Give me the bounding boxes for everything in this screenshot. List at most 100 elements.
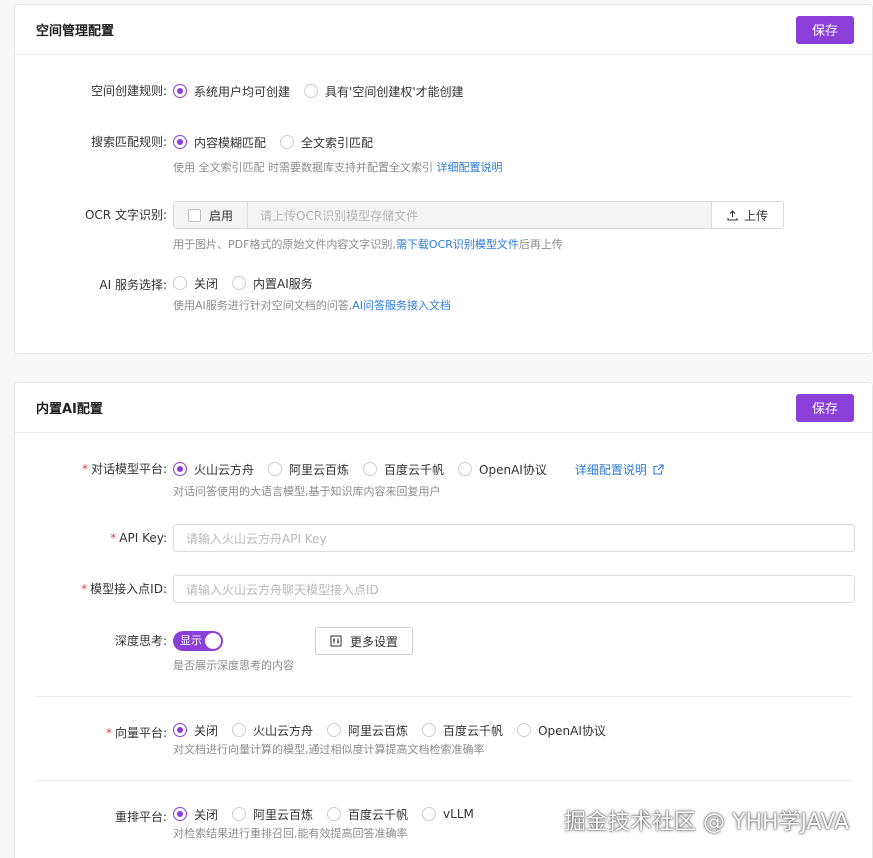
search-rule-radio-group: 内容模糊匹配 全文索引匹配 [173,133,387,151]
more-settings-button[interactable]: 更多设置 [315,627,413,655]
api-key-label-text: API Key: [119,531,167,545]
search-rule-option-label: 内容模糊匹配 [194,135,267,150]
api-key-label: * API Key: [15,529,167,547]
endpoint-label-text: 模型接入点ID: [90,582,167,596]
settings-icon [330,635,342,647]
ai-config-header: 内置AI配置 保存 [15,383,872,433]
required-mark: * [81,582,88,596]
radio-dot [422,723,437,737]
chat-platform-radio-aliyun[interactable]: 阿里云百炼 [268,461,349,478]
ai-service-radio-builtin[interactable]: 内置AI服务 [232,275,313,292]
rerank-platform-hint: 对检索结果进行重排召回,能有效提高回答准确率 [173,827,408,840]
deep-think-toggle-wrap: 显示 [173,631,223,651]
radio-dot [280,135,295,149]
vector-platform-radio-openai[interactable]: OpenAI协议 [517,722,606,739]
ocr-hint: 用于图片、PDF格式的原始文件内容文字识别,需下载OCR识别模型文件后再上传 [173,237,563,253]
radio-dot [304,84,319,98]
rerank-platform-radio-vllm[interactable]: vLLM [422,807,474,821]
chat-platform-radio-volcano[interactable]: 火山云方舟 [173,461,254,478]
radio-dot [232,276,247,290]
ai-service-hint-text: 使用AI服务进行针对空间文档的问答, [173,299,353,312]
ai-service-hint: 使用AI服务进行针对空间文档的问答,AI问答服务接入文档 [173,298,451,314]
rerank-platform-option-label: vLLM [443,807,474,821]
create-rule-radio-all-users[interactable]: 系统用户均可创建 [173,83,290,100]
search-rule-doc-link[interactable]: 详细配置说明 [437,161,503,174]
space-config-header: 空间管理配置 保存 [15,5,872,55]
chat-platform-radio-baidu[interactable]: 百度云千帆 [363,461,444,478]
chat-platform-radio-group: 火山云方舟 阿里云百炼 百度云千帆 OpenAI协议 详细配置说明 [173,460,664,478]
search-rule-radio-fuzzy[interactable]: 内容模糊匹配 [173,134,266,151]
api-key-input[interactable]: 请输入火山云方舟API Key [173,524,855,552]
chat-platform-radio-openai[interactable]: OpenAI协议 [458,461,547,478]
ocr-enable-label: 启用 [208,208,233,223]
chat-platform-doc-link[interactable]: 详细配置说明 [575,461,664,478]
ocr-file-input[interactable]: 请上传OCR识别模型存储文件 [248,202,711,228]
ocr-upload-label: 上传 [743,208,768,223]
radio-dot [173,276,187,290]
ai-config-title: 内置AI配置 [36,402,103,417]
ai-service-label: AI 服务选择: [99,278,167,292]
search-rule-radio-fulltext[interactable]: 全文索引匹配 [280,134,373,151]
radio-dot [173,84,187,98]
ai-config-card: 内置AI配置 保存 * 对话模型平台: 火山云方舟 阿里云百炼 百度云千帆 Ope… [14,382,873,858]
radio-dot [268,462,283,476]
vector-platform-label-text: 向量平台: [114,726,167,740]
radio-dot [517,723,532,737]
radio-dot [422,807,437,821]
deep-think-toggle[interactable]: 显示 [173,631,223,651]
vector-platform-option-label: 火山云方舟 [253,723,314,738]
chat-platform-option-label: 火山云方舟 [194,462,255,477]
ocr-label: OCR 文字识别: [84,208,167,222]
radio-dot [363,462,378,476]
ai-service-radio-off[interactable]: 关闭 [173,275,218,292]
chat-platform-label: * 对话模型平台: [15,460,167,478]
ocr-upload-field: 启用 请上传OCR识别模型存储文件 上传 [173,201,784,229]
section-divider [35,696,852,697]
rerank-platform-radio-baidu[interactable]: 百度云千帆 [327,806,408,823]
create-rule-radio-permission[interactable]: 具有'空间创建权'才能创建 [304,83,464,100]
vector-platform-radio-baidu[interactable]: 百度云千帆 [422,722,503,739]
rerank-platform-radio-aliyun[interactable]: 阿里云百炼 [232,806,313,823]
radio-dot [173,135,187,149]
space-config-card: 空间管理配置 保存 空间创建规则: 系统用户均可创建 具有'空间创建权'才能创建… [14,4,873,354]
radio-dot [327,807,342,821]
site-watermark: 掘金技术社区 @ YHH学JAVA [564,810,849,835]
create-rule-radio-group: 系统用户均可创建 具有'空间创建权'才能创建 [173,82,478,100]
vector-platform-radio-aliyun[interactable]: 阿里云百炼 [327,722,408,739]
chat-platform-label-text: 对话模型平台: [90,462,167,476]
ai-config-save-button[interactable]: 保存 [796,393,854,422]
deep-think-hint: 是否展示深度思考的内容 [173,659,294,672]
required-mark: * [81,462,88,476]
more-settings-label: 更多设置 [349,634,398,649]
create-rule-label: 空间创建规则: [90,84,167,98]
ai-service-option-label: 关闭 [194,276,219,291]
radio-dot [173,462,187,476]
radio-dot [458,462,473,476]
vector-platform-option-label: 阿里云百炼 [348,723,409,738]
ai-service-doc-link[interactable]: AI问答服务接入文档 [352,299,451,312]
radio-dot [327,723,342,737]
rerank-platform-option-label: 阿里云百炼 [253,807,314,822]
ocr-enable-checkbox[interactable]: 启用 [174,202,248,228]
rerank-platform-radio-off[interactable]: 关闭 [173,806,218,823]
space-config-save-button[interactable]: 保存 [796,15,854,44]
vector-platform-radio-group: 关闭 火山云方舟 阿里云百炼 百度云千帆 OpenAI协议 [173,721,620,739]
radio-dot [173,807,187,821]
vector-platform-option-label: 百度云千帆 [443,723,504,738]
vector-platform-radio-off[interactable]: 关闭 [173,722,218,739]
deep-think-toggle-label: 显示 [180,634,202,647]
rerank-platform-radio-group: 关闭 阿里云百炼 百度云千帆 vLLM [173,805,488,823]
radio-dot [232,723,247,737]
ocr-upload-button[interactable]: 上传 [711,202,783,228]
vector-platform-radio-volcano[interactable]: 火山云方舟 [232,722,313,739]
ocr-hint-text: 用于图片、PDF格式的原始文件内容文字识别, [173,238,396,251]
chat-platform-option-label: 阿里云百炼 [289,462,350,477]
vector-platform-option-label: 关闭 [194,723,219,738]
search-rule-option-label: 全文索引匹配 [301,135,374,150]
radio-dot [173,723,187,737]
endpoint-input[interactable]: 请输入火山云方舟聊天模型接入点ID [173,575,855,603]
create-rule-option-label: 具有'空间创建权'才能创建 [325,84,464,99]
search-rule-hint: 使用 全文索引匹配 时需要数据库支持并配置全文索引 详细配置说明 [173,160,503,176]
ocr-model-download-link[interactable]: 需下载OCR识别模型文件 [396,238,519,251]
endpoint-label: * 模型接入点ID: [15,580,167,598]
